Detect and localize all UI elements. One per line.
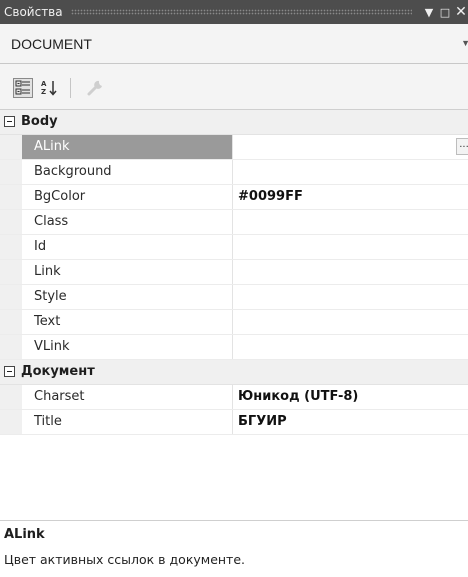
window-position-dropdown-button[interactable]: ▼ [422,6,436,19]
property-row-link[interactable]: Link [0,260,468,285]
property-row-id[interactable]: Id [0,235,468,260]
property-row-alink[interactable]: ALink ... [0,135,468,160]
wrench-icon [87,80,102,96]
property-row-vlink[interactable]: VLink [0,335,468,360]
row-gutter [0,410,22,434]
property-value[interactable]: БГУИР [234,410,468,434]
row-gutter [0,335,22,359]
description-panel: ALink Цвет активных ссылок в документе. [0,520,468,577]
property-name[interactable]: Id [22,235,233,259]
property-name[interactable]: Class [22,210,233,234]
property-value[interactable] [234,210,468,234]
row-gutter [0,160,22,184]
row-gutter [0,260,22,284]
category-row-body[interactable]: Body [0,110,468,135]
collapse-icon[interactable] [4,366,15,377]
property-value[interactable] [234,260,468,284]
svg-text:A: A [41,80,47,88]
window-title: Свойства [4,5,63,19]
property-name[interactable]: VLink [22,335,233,359]
categorized-icon [15,80,30,95]
property-name[interactable]: Title [22,410,233,434]
property-value[interactable] [234,285,468,309]
property-value[interactable] [234,235,468,259]
row-gutter [0,210,22,234]
property-name[interactable]: ALink [22,135,233,159]
property-row-style[interactable]: Style [0,285,468,310]
svg-text:Z: Z [41,88,46,96]
property-row-bgcolor[interactable]: BgColor #0099FF [0,185,468,210]
category-row-document[interactable]: Документ [0,360,468,385]
property-value[interactable]: Юникод (UTF-8) [234,385,468,409]
property-row-charset[interactable]: Charset Юникод (UTF-8) [0,385,468,410]
description-title: ALink [4,527,45,542]
property-value[interactable]: #0099FF [234,185,468,209]
property-value[interactable] [234,160,468,184]
property-row-text[interactable]: Text [0,310,468,335]
property-name[interactable]: Text [22,310,233,334]
row-gutter [0,310,22,334]
row-gutter [0,235,22,259]
property-name[interactable]: Link [22,260,233,284]
titlebar-grip[interactable] [70,9,412,15]
alphabetical-button[interactable]: A Z [40,78,60,98]
object-selector-dropdown[interactable]: DOCUMENT ▼ [0,24,468,64]
category-label: Документ [21,364,95,379]
row-gutter [0,385,22,409]
properties-window-titlebar[interactable]: Свойства ▼ □ ✕ [0,0,468,24]
object-selector-value: DOCUMENT [11,35,92,52]
property-value[interactable] [234,310,468,334]
categorized-button[interactable] [13,78,33,98]
row-gutter [0,185,22,209]
property-pages-button[interactable] [85,78,105,98]
chevron-down-icon: ▼ [461,38,468,48]
properties-toolbar: A Z [0,64,468,110]
property-row-class[interactable]: Class [0,210,468,235]
toolbar-separator [70,78,71,98]
property-value[interactable] [234,335,468,359]
maximize-button[interactable]: □ [438,6,452,19]
property-row-title[interactable]: Title БГУИР [0,410,468,435]
row-gutter [0,135,22,159]
property-name[interactable]: BgColor [22,185,233,209]
alphabetical-sort-icon: A Z [41,80,57,96]
description-text: Цвет активных ссылок в документе. [4,552,246,567]
row-gutter [0,285,22,309]
collapse-icon[interactable] [4,116,15,127]
category-label: Body [21,114,58,129]
property-row-background[interactable]: Background [0,160,468,185]
property-name[interactable]: Background [22,160,233,184]
property-grid: Body ALink ... Background BgColor #0099F… [0,110,468,435]
close-button[interactable]: ✕ [454,4,468,20]
property-name[interactable]: Charset [22,385,233,409]
property-name[interactable]: Style [22,285,233,309]
property-value[interactable] [234,135,468,159]
ellipsis-button[interactable]: ... [456,138,468,155]
